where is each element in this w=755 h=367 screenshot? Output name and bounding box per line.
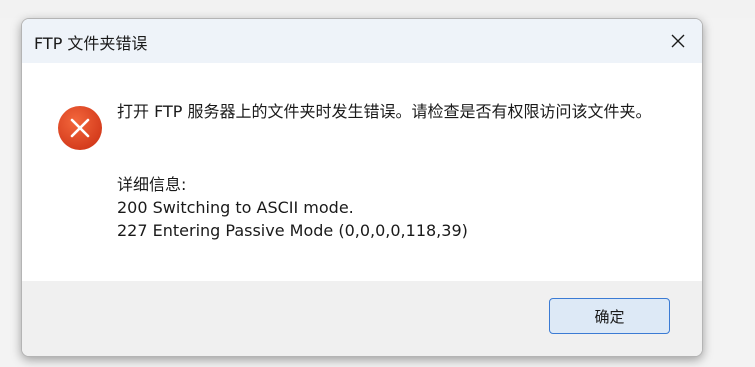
details-line: 200 Switching to ASCII mode. — [117, 198, 354, 217]
close-icon — [671, 34, 685, 48]
error-message: 打开 FTP 服务器上的文件夹时发生错误。请检查是否有权限访问该文件夹。 — [117, 102, 652, 121]
close-button[interactable] — [658, 23, 698, 59]
error-icon — [58, 106, 102, 150]
details-heading: 详细信息: — [117, 175, 187, 194]
title-bar: FTP 文件夹错误 — [22, 19, 702, 63]
details-line: 227 Entering Passive Mode (0,0,0,0,118,3… — [117, 221, 468, 240]
dialog-footer: 确定 — [22, 281, 702, 356]
dialog-title: FTP 文件夹错误 — [34, 34, 148, 53]
details-section: 详细信息: 200 Switching to ASCII mode. 227 E… — [117, 173, 468, 242]
desktop-background — [0, 0, 755, 18]
ftp-error-dialog: FTP 文件夹错误 打开 FTP 服务器上的文件夹时发生错误。请检查是否有权限访… — [21, 18, 703, 357]
dialog-content: 打开 FTP 服务器上的文件夹时发生错误。请检查是否有权限访问该文件夹。 详细信… — [22, 63, 702, 281]
ok-button[interactable]: 确定 — [549, 298, 670, 334]
